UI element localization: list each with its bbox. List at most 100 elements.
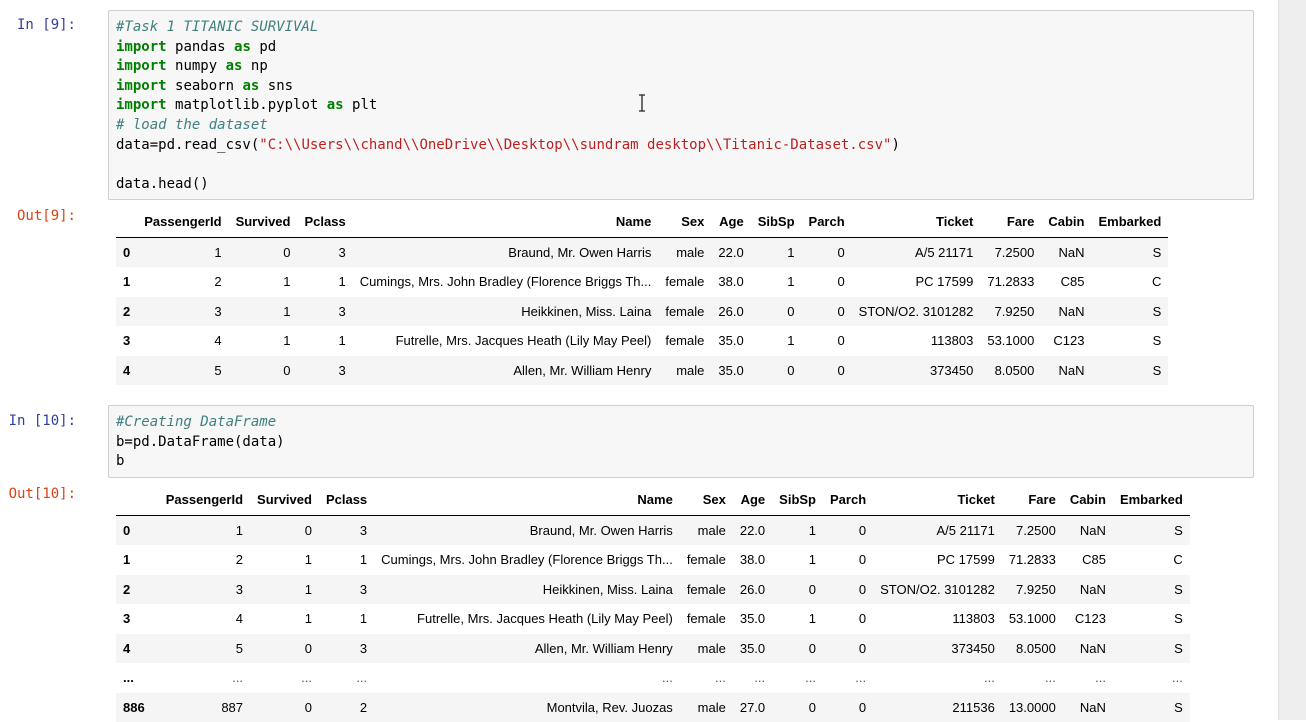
table-cell: 4 — [137, 326, 228, 356]
module-name: seaborn — [175, 78, 234, 94]
table-row: 1211Cumings, Mrs. John Bradley (Florence… — [116, 545, 1190, 575]
table-cell: PC 17599 — [852, 267, 981, 297]
table-cell: 1 — [751, 326, 802, 356]
table-cell: 0 — [250, 515, 319, 545]
table-cell: S — [1113, 634, 1190, 664]
table-cell: 1 — [250, 575, 319, 605]
table-cell: male — [658, 237, 711, 267]
column-header: Pclass — [319, 485, 374, 515]
table-cell: 887 — [159, 693, 250, 722]
table-cell: ... — [772, 663, 823, 693]
table-cell: NaN — [1063, 575, 1113, 605]
table-cell: NaN — [1041, 237, 1091, 267]
column-header: Cabin — [1041, 207, 1091, 237]
code-input-1[interactable]: #Task 1 TITANIC SURVIVAL import pandas a… — [108, 10, 1254, 200]
table-cell: 13.0000 — [1002, 693, 1063, 722]
column-header: PassengerId — [159, 485, 250, 515]
module-name: matplotlib.pyplot — [175, 97, 318, 113]
keyword: as — [242, 78, 259, 94]
row-index: 1 — [116, 267, 137, 297]
table-cell: 35.0 — [711, 356, 750, 386]
string-literal: "C:\\Users\\chand\\OneDrive\\Desktop\\su… — [259, 137, 891, 153]
dataframe-table-2: PassengerIdSurvivedPclassNameSexAgeSibSp… — [116, 485, 1190, 722]
table-cell: STON/O2. 3101282 — [873, 575, 1002, 605]
code-comment: # load the dataset — [116, 117, 268, 133]
table-row: 3411Futrelle, Mrs. Jacques Heath (Lily M… — [116, 326, 1168, 356]
row-index: 3 — [116, 604, 159, 634]
table-cell: 0 — [250, 693, 319, 722]
row-index: 0 — [116, 237, 137, 267]
right-scroll-strip[interactable] — [1278, 0, 1306, 720]
column-header: Sex — [658, 207, 711, 237]
table-cell: 373450 — [852, 356, 981, 386]
table-cell: 0 — [802, 326, 852, 356]
table-cell: 0 — [772, 575, 823, 605]
code-comment: #Creating DataFrame — [116, 414, 276, 430]
table-cell: 35.0 — [733, 604, 772, 634]
table-cell: C — [1113, 545, 1190, 575]
code-editor-2[interactable]: #Creating DataFrame b=pd.DataFrame(data)… — [116, 413, 285, 472]
table-cell: NaN — [1041, 356, 1091, 386]
table-cell: C85 — [1041, 267, 1091, 297]
table-cell: 35.0 — [733, 634, 772, 664]
table-cell: 38.0 — [711, 267, 750, 297]
table-cell: 3 — [319, 575, 374, 605]
column-header: Pclass — [297, 207, 352, 237]
table-row: 4503Allen, Mr. William Henrymale35.00037… — [116, 634, 1190, 664]
text-cursor-icon — [637, 94, 647, 112]
row-index: 2 — [116, 575, 159, 605]
keyword: import — [116, 97, 167, 113]
table-cell: 7.2500 — [980, 237, 1041, 267]
row-index: 3 — [116, 326, 137, 356]
column-header: Ticket — [852, 207, 981, 237]
table-cell: 1 — [250, 604, 319, 634]
table-cell: S — [1113, 604, 1190, 634]
table-cell: 1 — [319, 545, 374, 575]
table-cell: 0 — [823, 575, 873, 605]
table-cell: male — [658, 356, 711, 386]
table-row: 0103Braund, Mr. Owen Harrismale22.010A/5… — [116, 515, 1190, 545]
index-header — [116, 207, 137, 237]
out-prompt-2: Out[10]: — [9, 485, 76, 505]
table-cell: ... — [319, 663, 374, 693]
row-index: 4 — [116, 356, 137, 386]
table-cell: Heikkinen, Miss. Laina — [353, 297, 659, 327]
column-header: SibSp — [751, 207, 802, 237]
code-input-2[interactable]: #Creating DataFrame b=pd.DataFrame(data)… — [108, 405, 1254, 478]
table-cell: female — [680, 545, 733, 575]
table-cell: 0 — [802, 267, 852, 297]
keyword: import — [116, 78, 167, 94]
table-cell: ... — [823, 663, 873, 693]
table-cell: C85 — [1063, 545, 1113, 575]
table-cell: ... — [873, 663, 1002, 693]
alias-name: plt — [352, 97, 377, 113]
table-cell: 2 — [137, 267, 228, 297]
alias-name: pd — [259, 39, 276, 55]
code-editor-1[interactable]: #Task 1 TITANIC SURVIVAL import pandas a… — [116, 18, 900, 194]
table-cell: ... — [1063, 663, 1113, 693]
table-cell: 3 — [297, 356, 352, 386]
table-row: 2313Heikkinen, Miss. Lainafemale26.000ST… — [116, 297, 1168, 327]
table-cell: 53.1000 — [980, 326, 1041, 356]
table-cell: NaN — [1063, 515, 1113, 545]
table-cell: 22.0 — [733, 515, 772, 545]
table-cell: 38.0 — [733, 545, 772, 575]
table-cell: 0 — [823, 634, 873, 664]
module-name: pandas — [175, 39, 226, 55]
table-cell: 1 — [772, 604, 823, 634]
alias-name: sns — [268, 78, 293, 94]
code-text: b=pd.DataFrame(data) — [116, 434, 285, 450]
table-cell: C123 — [1063, 604, 1113, 634]
table-cell: 373450 — [873, 634, 1002, 664]
table-cell: Futrelle, Mrs. Jacques Heath (Lily May P… — [374, 604, 680, 634]
column-header: Name — [353, 207, 659, 237]
table-cell: Cumings, Mrs. John Bradley (Florence Bri… — [374, 545, 680, 575]
table-cell: 0 — [751, 297, 802, 327]
keyword: as — [226, 58, 243, 74]
table-cell: S — [1091, 326, 1168, 356]
table-row: 0103Braund, Mr. Owen Harrismale22.010A/5… — [116, 237, 1168, 267]
table-row: ....................................... — [116, 663, 1190, 693]
table-header-row: PassengerIdSurvivedPclassNameSexAgeSibSp… — [116, 485, 1190, 515]
dataframe-table-1: PassengerIdSurvivedPclassNameSexAgeSibSp… — [116, 207, 1168, 385]
row-index: 4 — [116, 634, 159, 664]
